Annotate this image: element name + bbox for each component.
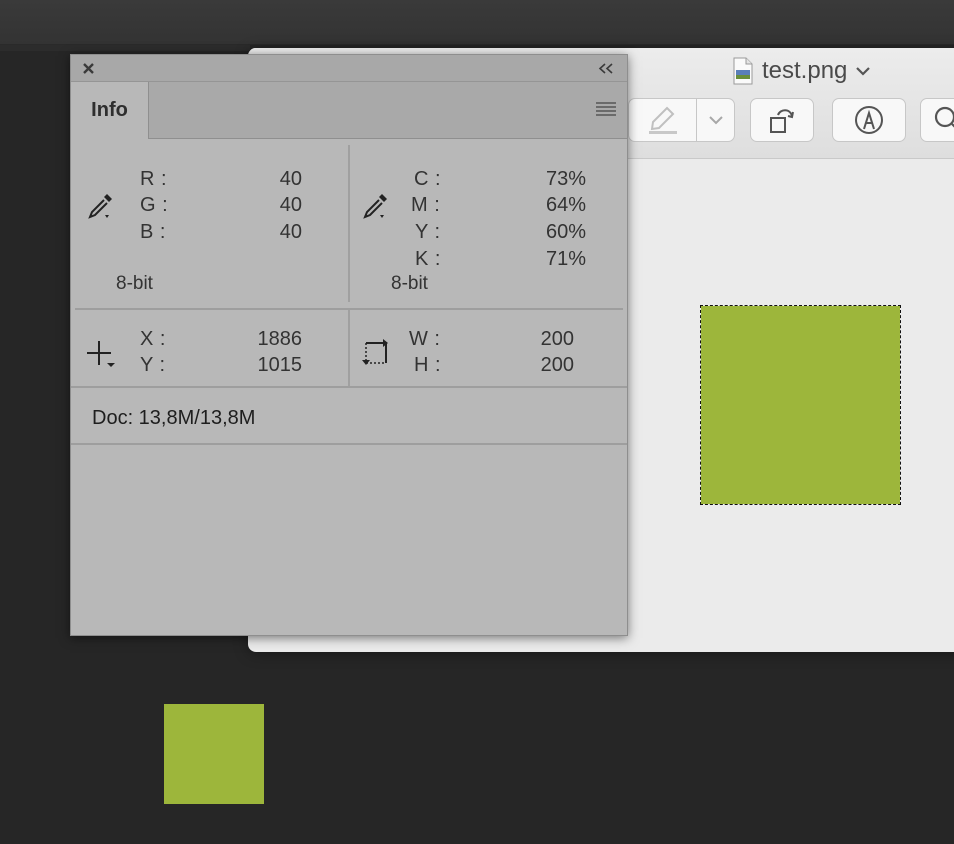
red-value: 40 bbox=[279, 168, 302, 190]
cmyk-bit-depth: 8-bit bbox=[391, 273, 428, 294]
info-panel: Info R : G : B : 40 40 40 8-bit C : M : … bbox=[70, 54, 628, 636]
crosshair-icon[interactable] bbox=[85, 339, 119, 369]
column-divider bbox=[348, 310, 350, 386]
cyan-value: 73% bbox=[545, 168, 586, 190]
blue-value: 40 bbox=[279, 221, 302, 243]
markup-button[interactable] bbox=[628, 98, 735, 142]
panel-tab-bar: Info bbox=[71, 82, 627, 139]
yellow-value: 60% bbox=[545, 221, 586, 243]
section-divider bbox=[71, 386, 627, 388]
png-file-icon bbox=[733, 57, 753, 85]
panel-header[interactable] bbox=[71, 55, 627, 82]
eyedropper-icon[interactable] bbox=[360, 191, 390, 221]
selected-green-square[interactable] bbox=[700, 305, 901, 505]
blue-label: B : bbox=[140, 221, 166, 243]
x-value: 1886 bbox=[257, 328, 303, 350]
height-label: H : bbox=[414, 354, 442, 376]
background-shadow bbox=[0, 45, 250, 51]
magenta-label: M : bbox=[411, 194, 441, 216]
search-icon bbox=[934, 106, 954, 128]
width-label: W : bbox=[409, 328, 441, 350]
y-value: 1015 bbox=[257, 354, 303, 376]
section-divider bbox=[75, 308, 623, 310]
window-title[interactable]: test.png bbox=[732, 56, 871, 86]
document-size: Doc: 13,8M/13,8M bbox=[92, 407, 256, 429]
rgb-bit-depth: 8-bit bbox=[116, 273, 153, 294]
cyan-label: C : bbox=[414, 168, 442, 190]
markup-pen-button[interactable] bbox=[832, 98, 906, 142]
markup-menu-segment[interactable] bbox=[697, 99, 734, 141]
column-divider bbox=[348, 145, 350, 302]
background-app-topbar bbox=[0, 0, 954, 45]
tab-info[interactable]: Info bbox=[71, 82, 149, 139]
width-value: 200 bbox=[540, 328, 574, 350]
y-label: Y : bbox=[140, 354, 166, 376]
file-name: test.png bbox=[762, 57, 848, 84]
rotate-icon bbox=[770, 109, 794, 133]
close-icon[interactable] bbox=[82, 62, 95, 75]
chevron-down-icon bbox=[708, 115, 723, 124]
height-value: 200 bbox=[540, 354, 574, 376]
pen-circle-icon bbox=[855, 106, 883, 134]
eyedropper-icon[interactable] bbox=[85, 191, 115, 221]
chevron-down-icon[interactable] bbox=[855, 66, 871, 76]
search-button[interactable] bbox=[920, 98, 954, 142]
black-label: K : bbox=[415, 248, 441, 270]
green-value: 40 bbox=[279, 194, 302, 216]
red-label: R : bbox=[140, 168, 168, 190]
black-value: 71% bbox=[545, 248, 586, 270]
x-label: X : bbox=[140, 328, 166, 350]
hamburger-menu-icon[interactable] bbox=[596, 102, 616, 116]
section-divider bbox=[71, 443, 627, 445]
desktop-green-swatch bbox=[164, 704, 264, 804]
double-chevron-left-icon[interactable] bbox=[598, 63, 614, 74]
selection-size-icon[interactable] bbox=[361, 337, 393, 367]
yellow-label: Y : bbox=[415, 221, 441, 243]
rotate-button[interactable] bbox=[750, 98, 814, 142]
green-label: G : bbox=[140, 194, 169, 216]
highlighter-segment[interactable] bbox=[629, 99, 698, 141]
magenta-value: 64% bbox=[545, 194, 586, 216]
highlighter-icon bbox=[648, 106, 677, 134]
